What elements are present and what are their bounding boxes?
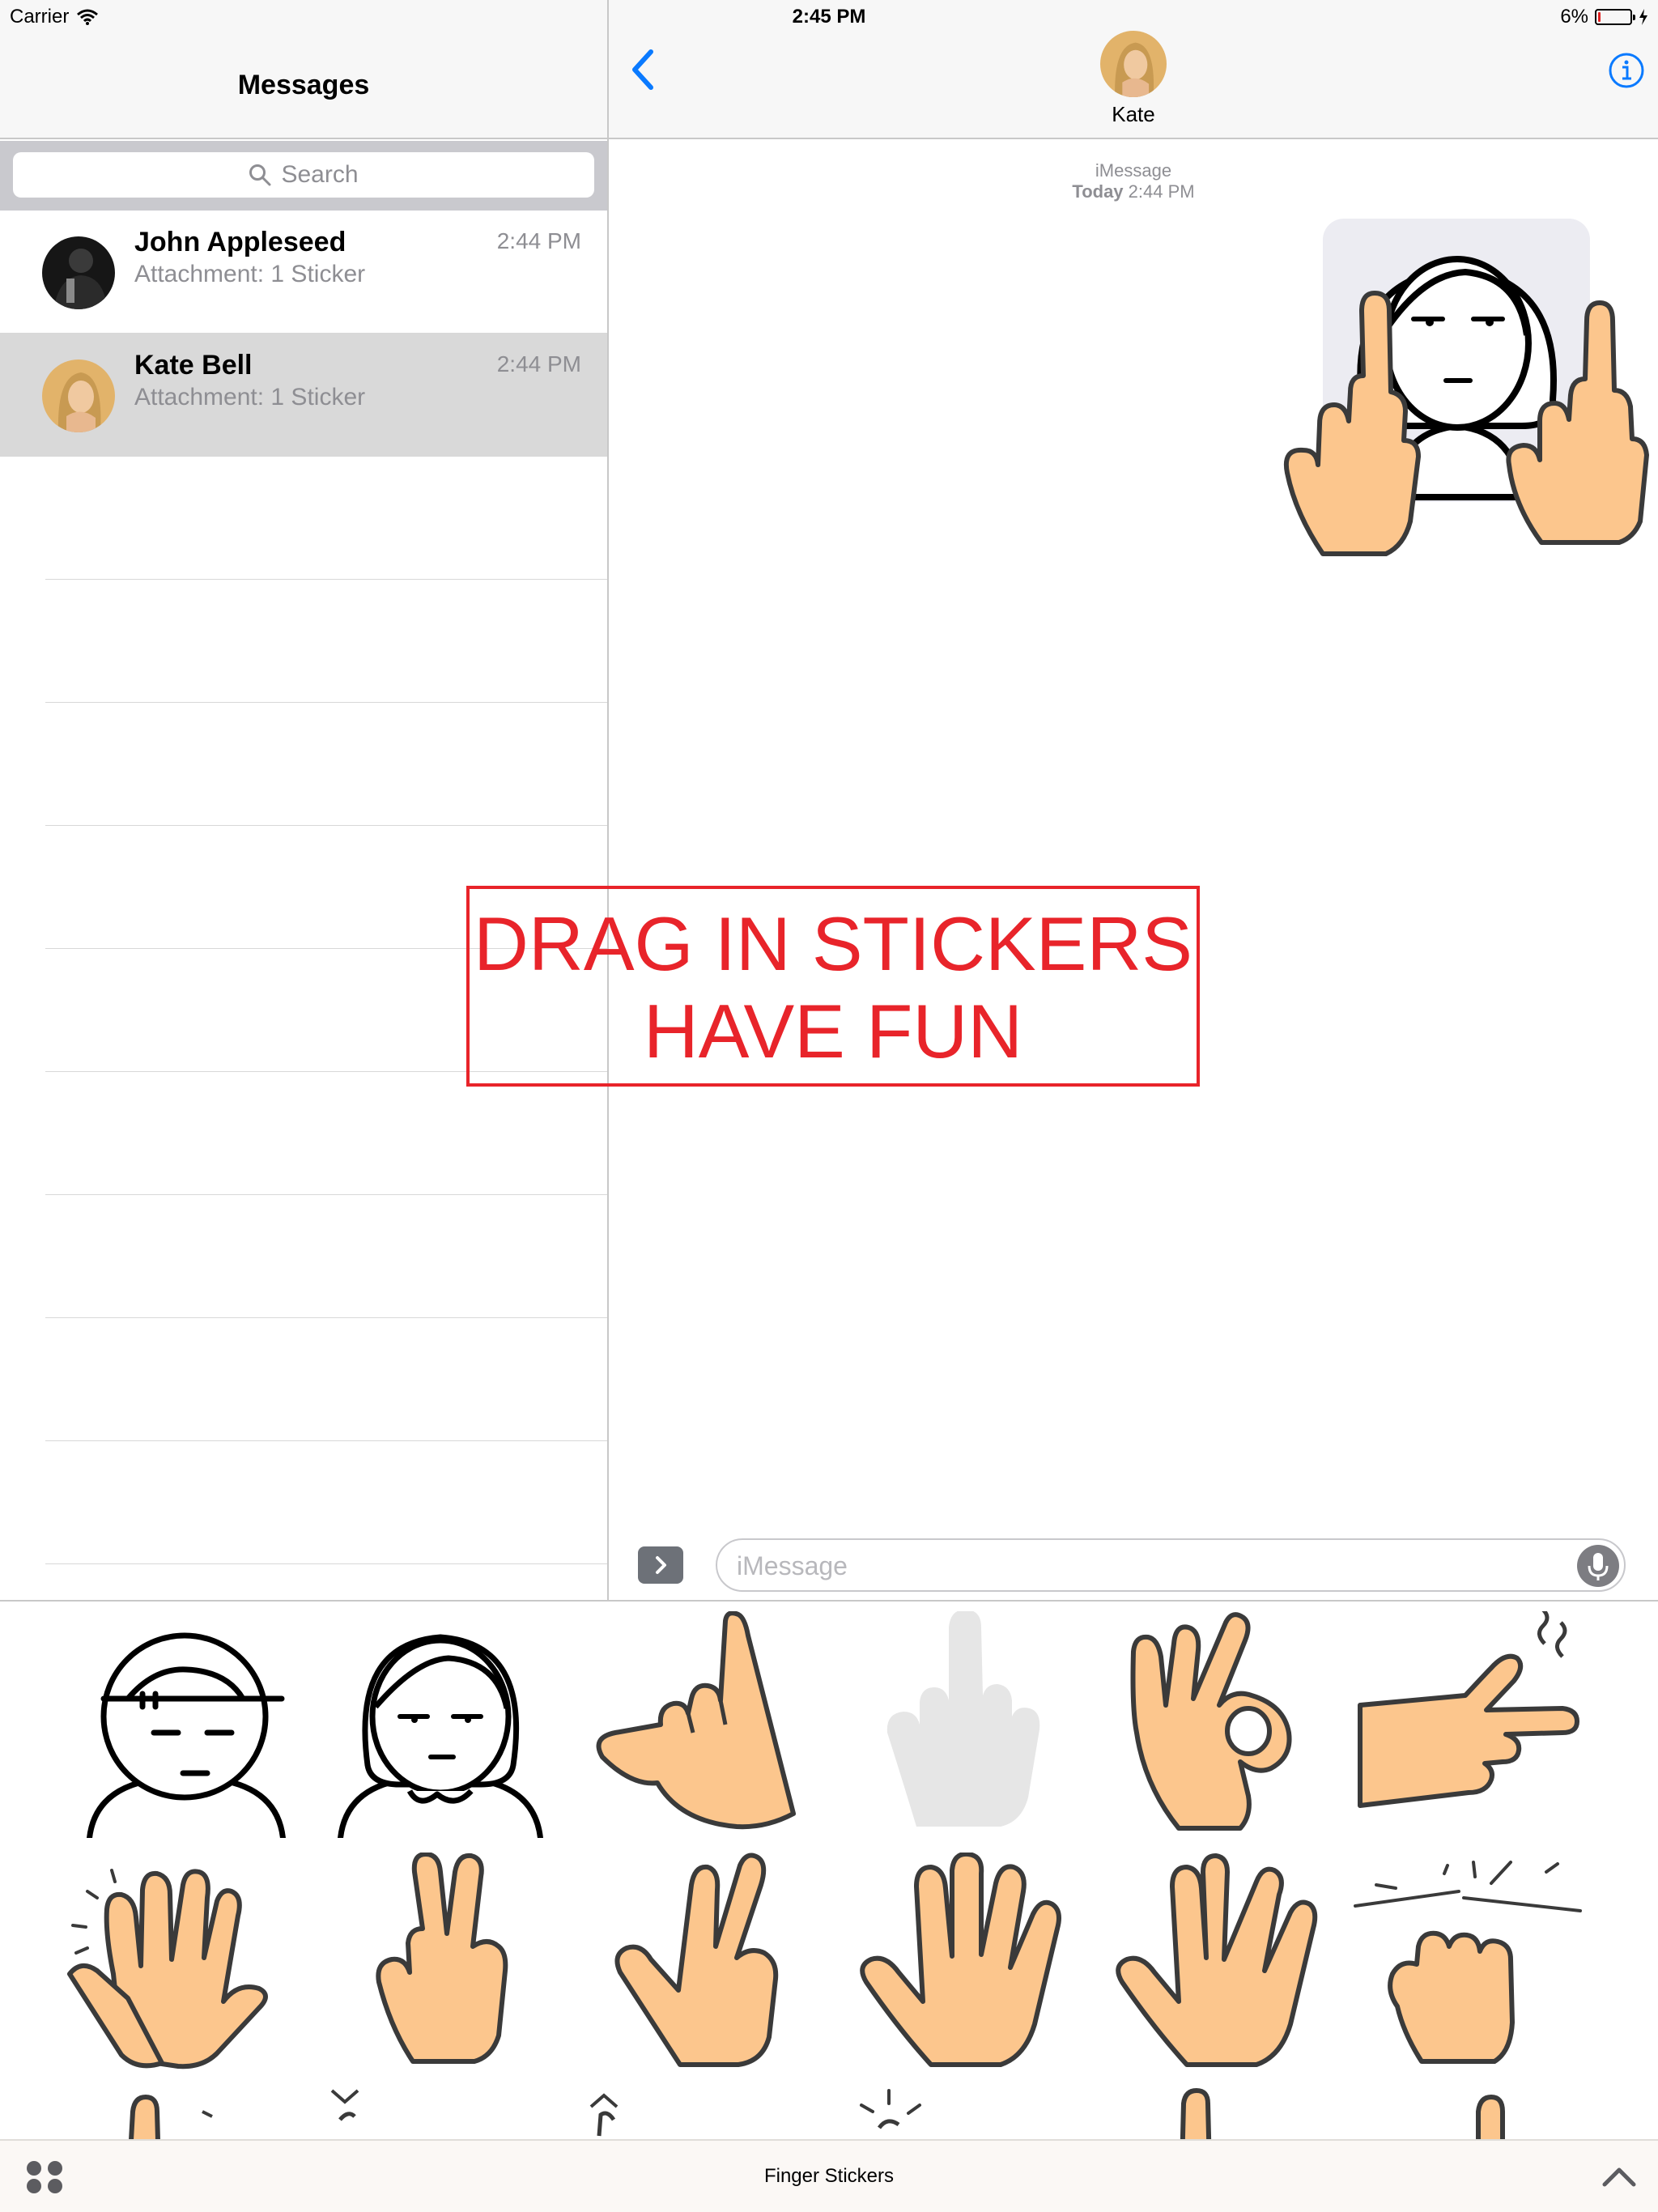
battery-indicator: 6% <box>1560 6 1648 28</box>
boy-face-icon[interactable] <box>65 1611 308 1838</box>
empty-row-divider <box>45 702 607 703</box>
avatar <box>42 359 115 432</box>
contact-name: Kate Bell <box>134 350 253 381</box>
sticker-drawer <box>0 1602 1658 2139</box>
microphone-icon <box>1588 1553 1609 1580</box>
message-time: 2:44 PM <box>496 351 581 376</box>
chat-contact-name[interactable]: Kate <box>609 102 1658 127</box>
girl-face-icon[interactable] <box>319 1611 562 1838</box>
message-input[interactable]: iMessage <box>716 1538 1626 1592</box>
message-preview: Attachment: 1 Sticker <box>134 261 366 287</box>
info-icon[interactable] <box>1608 52 1645 89</box>
timestamp-line: Today 2:44 PM <box>609 181 1658 202</box>
partial-sticker-icon[interactable] <box>583 2087 826 2139</box>
app-drawer-bar: Finger Stickers <box>0 2139 1658 2212</box>
sent-sticker-message[interactable] <box>1239 214 1658 562</box>
finger-gun-icon[interactable] <box>1344 1611 1587 1838</box>
empty-row-divider <box>45 1317 607 1318</box>
compose-expand-button[interactable] <box>638 1546 683 1584</box>
middle-finger-icon[interactable] <box>839 1611 1082 1838</box>
empty-row-divider <box>45 1194 607 1195</box>
message-preview: Attachment: 1 Sticker <box>134 384 366 410</box>
mic-button[interactable] <box>1577 1545 1619 1587</box>
partial-sticker-icon[interactable] <box>842 2087 1085 2139</box>
contact-avatar[interactable] <box>1100 31 1167 97</box>
status-bar: Carrier 2:45 PM 6% <box>0 0 1658 32</box>
search-icon <box>249 164 271 186</box>
vulcan-salute-icon[interactable] <box>1098 1853 1341 2079</box>
promo-line-2: HAVE FUN <box>643 989 1023 1074</box>
peace-hand-icon[interactable] <box>340 1853 583 2079</box>
conversation-list: John Appleseed Attachment: 1 Sticker 2:4… <box>0 211 607 457</box>
crossed-fingers-icon[interactable] <box>591 1853 834 2079</box>
timestamp-time: 2:44 PM <box>1128 181 1195 202</box>
battery-percent: 6% <box>1560 6 1588 28</box>
pointing-hand-icon[interactable] <box>583 1611 826 1838</box>
chevron-right-icon <box>656 1556 666 1574</box>
ok-hand-icon[interactable] <box>1090 1611 1333 1838</box>
promo-banner: DRAG IN STICKERS HAVE FUN <box>466 886 1200 1087</box>
message-placeholder: iMessage <box>737 1551 848 1580</box>
empty-row-divider <box>45 825 607 826</box>
open-hand-icon[interactable] <box>842 1853 1085 2079</box>
thread-timestamp: iMessage Today 2:44 PM <box>609 160 1658 202</box>
timestamp-day: Today <box>1072 181 1124 202</box>
conversation-row-kate[interactable]: Kate Bell Attachment: 1 Sticker 2:44 PM <box>0 334 607 457</box>
service-label: iMessage <box>1095 160 1172 181</box>
partial-sticker-icon[interactable] <box>65 2087 308 2139</box>
empty-row-divider <box>45 1440 607 1441</box>
search-input[interactable]: Search <box>13 152 594 198</box>
fist-bump-icon[interactable] <box>1352 1853 1595 2079</box>
clock: 2:45 PM <box>792 6 866 28</box>
partial-sticker-icon[interactable] <box>1133 2087 1376 2139</box>
avatar <box>42 236 115 309</box>
empty-row-divider <box>45 1563 607 1564</box>
empty-row-divider <box>45 579 607 580</box>
partial-sticker-icon[interactable] <box>324 2087 567 2139</box>
app-drawer-title: Finger Stickers <box>763 2165 895 2187</box>
message-time: 2:44 PM <box>496 228 581 253</box>
clapping-hands-icon[interactable] <box>65 1853 308 2079</box>
sidebar-title: Messages <box>237 70 370 100</box>
back-chevron-icon[interactable] <box>625 45 664 94</box>
charging-bolt-icon <box>1639 9 1647 25</box>
chevron-up-icon[interactable] <box>1601 2162 1637 2191</box>
search-bar: Search <box>0 141 607 211</box>
search-placeholder: Search <box>281 161 359 188</box>
partial-sticker-icon[interactable] <box>1425 2087 1658 2139</box>
conversation-row-john[interactable]: John Appleseed Attachment: 1 Sticker 2:4… <box>0 211 607 334</box>
battery-icon <box>1595 9 1635 25</box>
promo-line-1: DRAG IN STICKERS <box>474 901 1192 986</box>
pane-divider <box>607 0 609 1600</box>
contact-name: John Appleseed <box>134 227 346 257</box>
